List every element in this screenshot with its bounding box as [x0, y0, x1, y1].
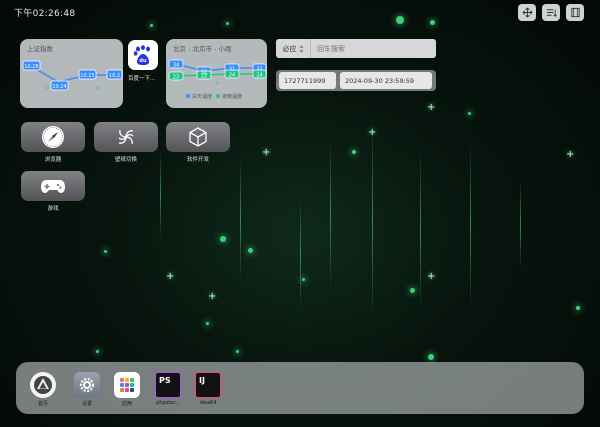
weather-widget[interactable]: 北京 - 北京市 - 小雨 34 32 31 31 23 22 24 24 白天…: [166, 39, 267, 108]
top-toolbar: [518, 4, 584, 21]
dock-item-phpstorm[interactable]: PS phpstor...: [153, 372, 183, 406]
dock-item-idea[interactable]: IJ idea64: [193, 372, 223, 406]
search-engine-select[interactable]: 必应: [276, 39, 311, 58]
timestamp-input[interactable]: [279, 72, 336, 89]
weather-low-1: 23: [173, 75, 179, 81]
intellij-badge: IJ: [199, 376, 205, 385]
app-dev[interactable]: 软件开发: [166, 122, 230, 163]
app-wallpaper[interactable]: 壁纸切换: [94, 122, 158, 163]
svg-text:du: du: [139, 58, 147, 64]
stock-value-3: 10.25: [80, 73, 94, 79]
weather-chart: 34 32 31 31 23 22 24 24 白天温度 夜晚温度: [168, 59, 267, 100]
stock-chart: 10.26 10.24 10.25 10.2: [22, 60, 123, 91]
stock-value-4: 10.2: [109, 73, 120, 79]
phpstorm-badge: PS: [159, 376, 171, 385]
dock-item-settings[interactable]: 设置: [72, 372, 102, 407]
dock-item-home[interactable]: 首页: [28, 372, 58, 407]
stock-widget[interactable]: 上证指数 10.26 10.24 10.25 10.2: [20, 39, 123, 108]
fullscreen-icon[interactable]: [566, 4, 584, 21]
baidu-icon: du: [128, 40, 158, 70]
gear-icon: [74, 372, 100, 398]
search-input[interactable]: [311, 39, 436, 58]
dock-item-apps[interactable]: 应用: [112, 372, 142, 407]
app-browser[interactable]: 浏览器: [21, 122, 85, 163]
home-logo-icon: [30, 372, 56, 398]
cube-icon: [166, 122, 230, 152]
sort-icon[interactable]: [542, 4, 560, 21]
weather-low-3: 24: [229, 73, 235, 79]
gamepad-icon: [21, 171, 85, 201]
legend-high: 白天温度: [192, 93, 212, 100]
search-bar: 必应: [276, 39, 436, 58]
datetime-input[interactable]: [340, 72, 432, 89]
grid-icon: [114, 372, 140, 398]
dock-label: 设置: [81, 401, 92, 407]
app-label: 软件开发: [186, 157, 209, 163]
app-label: 壁纸切换: [114, 157, 137, 163]
app-label: 游戏: [47, 206, 59, 212]
dock-label: idea64: [199, 400, 217, 406]
weather-high-1: 34: [173, 63, 179, 69]
swirl-icon: [94, 122, 158, 152]
stock-value-1: 10.26: [24, 64, 38, 70]
app-label: 浏览器: [44, 157, 62, 163]
weather-low-2: 22: [201, 74, 207, 80]
search-engine-label: 必应: [282, 44, 297, 53]
app-game[interactable]: 游戏: [21, 171, 85, 212]
move-icon[interactable]: [518, 4, 536, 21]
status-time: 下午02:26:48: [14, 9, 76, 19]
phpstorm-icon: PS: [155, 372, 181, 398]
timestamp-tool: [276, 70, 436, 91]
dock-label: 首页: [37, 401, 48, 407]
legend-low: 夜晚温度: [222, 93, 242, 100]
weather-low-4: 24: [256, 73, 262, 79]
dock-separator: [66, 371, 67, 405]
dock: 首页 设置 应用 PS phpstor... IJ idea64: [16, 362, 584, 414]
baidu-label: 百度一下...: [128, 76, 156, 82]
baidu-shortcut[interactable]: du 百度一下...: [128, 40, 160, 82]
intellij-icon: IJ: [195, 372, 221, 398]
stock-value-2: 10.24: [52, 84, 66, 90]
dock-label: phpstor...: [156, 400, 180, 406]
compass-icon: [21, 122, 85, 152]
updown-icon: [299, 44, 303, 53]
dock-label: 应用: [121, 401, 132, 407]
